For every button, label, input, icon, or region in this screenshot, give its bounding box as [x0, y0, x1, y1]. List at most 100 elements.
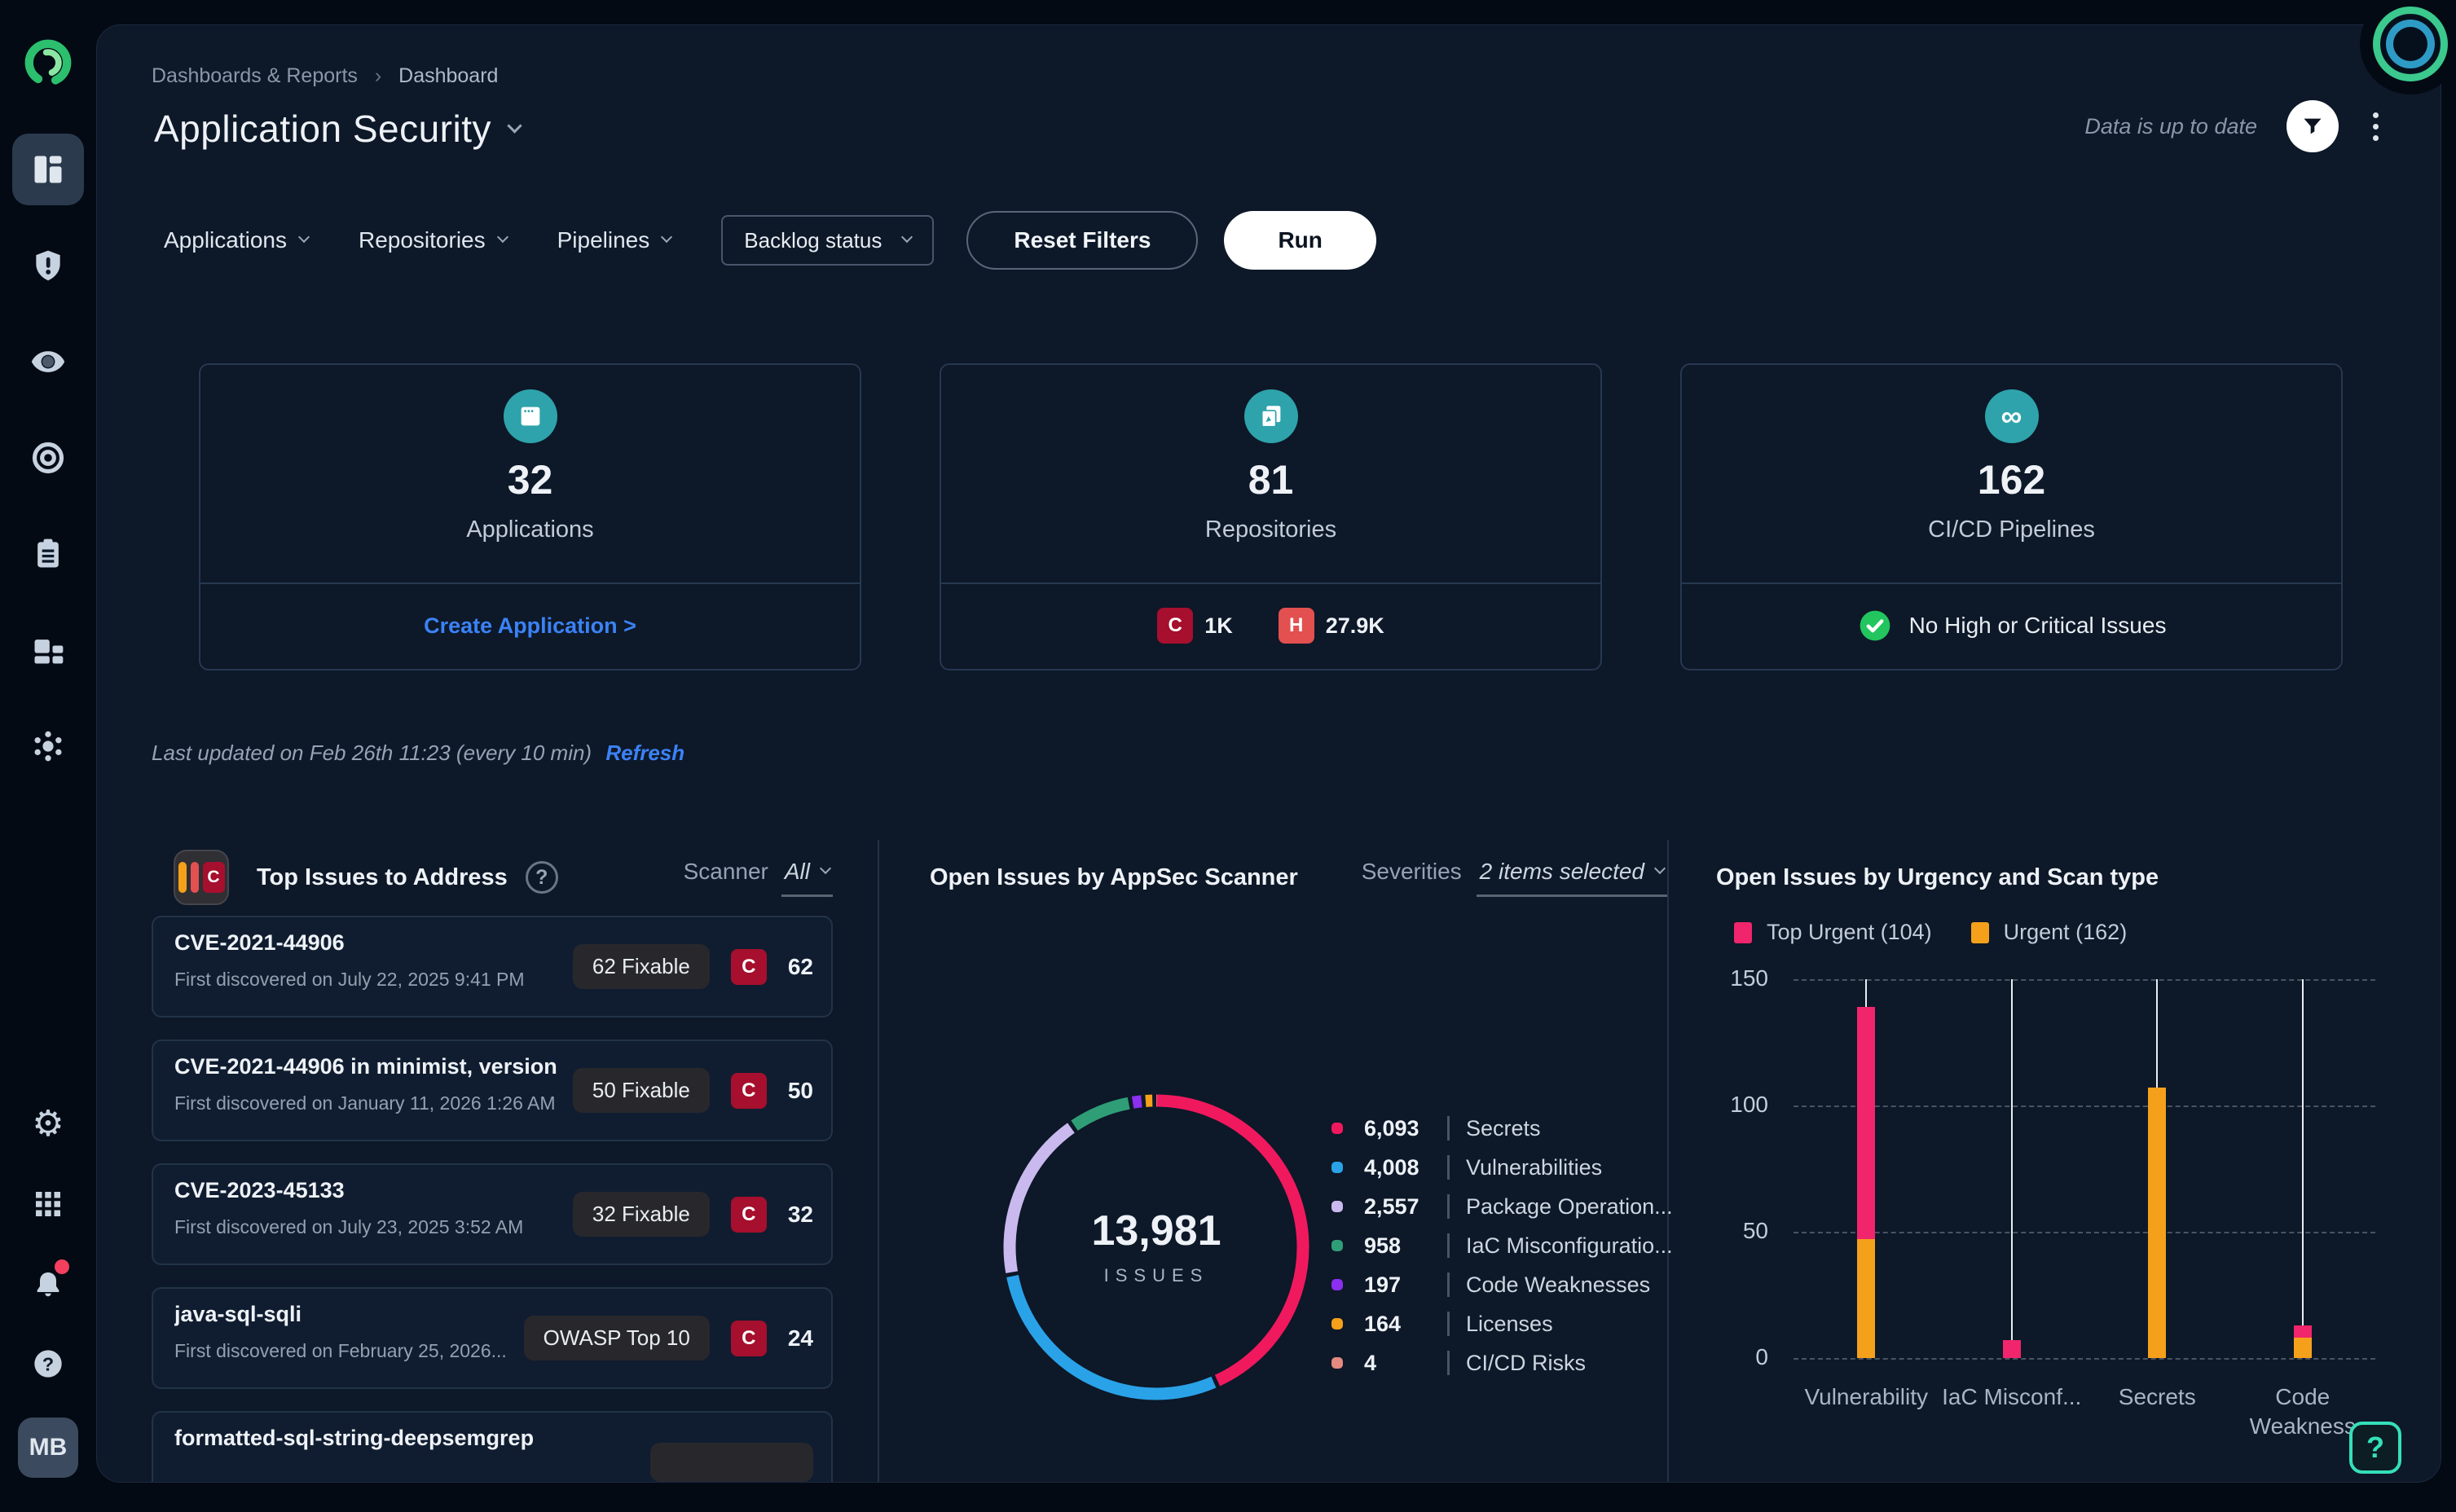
chevron-down-icon	[661, 231, 672, 243]
applications-stat-card: 32 Applications Create Application >	[199, 363, 861, 670]
chevron-down-icon[interactable]	[507, 118, 522, 133]
apps-grid-button[interactable]	[22, 1178, 74, 1230]
applications-label: Applications	[200, 516, 860, 543]
sidebar-bottom: ⚙ ? MB	[18, 1098, 78, 1492]
pipelines-filter-dropdown[interactable]: Pipelines	[557, 227, 671, 253]
issue-row[interactable]: CVE-2021-44906 First discovered on July …	[152, 916, 833, 1018]
issues-total-label: ISSUES	[993, 1265, 1319, 1286]
x-tick-iac: IaC Misconf...	[1934, 1382, 2089, 1412]
sidebar-nav	[12, 134, 84, 782]
urgency-chart-widget: Open Issues by Urgency and Scan type Top…	[1669, 840, 2386, 1483]
more-options-button[interactable]	[2368, 108, 2383, 146]
settings-button[interactable]: ⚙	[22, 1098, 74, 1150]
sidebar-item-integrations[interactable]	[12, 710, 84, 782]
vulnerabilities-dot-icon	[1331, 1162, 1343, 1173]
fixable-pill: 62 Fixable	[573, 944, 710, 989]
repositories-label: Repositories	[941, 516, 1600, 543]
breadcrumb-dashboard[interactable]: Dashboard	[398, 64, 498, 87]
high-count: 27.9K	[1326, 613, 1384, 639]
code-weaknesses-dot-icon	[1331, 1279, 1343, 1290]
scanner-label: Scanner	[684, 859, 768, 885]
critical-severity-badge: C	[1157, 608, 1193, 644]
pipelines-infinity-icon: ∞	[1985, 389, 2039, 443]
funnel-icon	[2301, 115, 2324, 138]
reset-filters-button[interactable]: Reset Filters	[966, 211, 1198, 270]
sidebar-item-security-issues[interactable]	[12, 230, 84, 301]
chevron-down-icon	[820, 862, 831, 873]
notifications-button[interactable]	[22, 1258, 74, 1310]
inventory-blocks-icon	[30, 632, 66, 668]
bar-chart-title: Open Issues by Urgency and Scan type	[1716, 864, 2159, 891]
last-updated-text: Last updated on Feb 26th 11:23 (every 10…	[152, 741, 684, 766]
legend-item: 164Licenses	[1331, 1304, 1673, 1343]
corner-brand-icon	[2373, 7, 2448, 81]
sidebar-item-reports[interactable]	[12, 518, 84, 590]
aqua-logo-icon[interactable]	[23, 37, 73, 88]
issue-list: CVE-2021-44906 First discovered on July …	[152, 916, 833, 1483]
legend-item: 6,093Secrets	[1331, 1109, 1673, 1148]
repositories-icon	[1244, 389, 1298, 443]
scanner-dropdown[interactable]: All	[781, 859, 833, 897]
top-urgent-swatch-icon	[1734, 922, 1752, 943]
severities-label: Severities	[1362, 859, 1462, 885]
help-button-sidebar[interactable]: ?	[22, 1338, 74, 1390]
target-icon	[30, 440, 66, 476]
iac-misconfig-dot-icon	[1331, 1240, 1343, 1251]
urgent-swatch-icon	[1971, 922, 1989, 943]
chevron-down-icon	[497, 231, 508, 243]
applications-filter-dropdown[interactable]: Applications	[164, 227, 308, 253]
critical-severity-badge: C	[731, 949, 767, 985]
top-issues-widget: C Top Issues to Address ? Scanner All CV…	[152, 840, 879, 1483]
x-tick-vulnerability: Vulnerability	[1789, 1382, 1943, 1412]
question-circle-icon: ?	[32, 1347, 64, 1380]
legend-item: 4,008Vulnerabilities	[1331, 1148, 1673, 1187]
owasp-pill: OWASP Top 10	[524, 1316, 710, 1360]
legend-item: 2,557Package Operation...	[1331, 1187, 1673, 1226]
fixable-pill: 50 Fixable	[573, 1068, 710, 1113]
top-issues-title: Top Issues to Address	[257, 864, 508, 891]
issue-row[interactable]: CVE-2021-44906 in minimist, version:... …	[152, 1040, 833, 1141]
fixable-pill	[650, 1443, 813, 1482]
chevron-down-icon	[1654, 862, 1666, 873]
applications-window-icon	[504, 389, 557, 443]
issue-row[interactable]: formatted-sql-string-deepsemgrep	[152, 1411, 833, 1483]
repositories-stat-card: 81 Repositories C 1K H 27.9K	[940, 363, 1602, 670]
filter-bar: Applications Repositories Pipelines Back…	[164, 211, 1376, 270]
sidebar: ⚙ ? MB	[0, 0, 96, 1512]
x-tick-secrets: Secrets	[2080, 1382, 2234, 1412]
svg-text:?: ?	[42, 1353, 54, 1374]
pipelines-label: CI/CD Pipelines	[1682, 516, 2341, 543]
user-avatar[interactable]: MB	[18, 1418, 78, 1478]
help-tooltip-icon[interactable]: ?	[526, 861, 558, 894]
issue-row[interactable]: java-sql-sqli First discovered on Februa…	[152, 1287, 833, 1389]
sidebar-item-visibility[interactable]	[12, 326, 84, 398]
backlog-status-dropdown[interactable]: Backlog status	[721, 215, 934, 266]
chevron-down-icon	[901, 231, 913, 243]
filter-button[interactable]	[2287, 100, 2339, 152]
report-clipboard-icon	[30, 536, 66, 572]
breadcrumb-dashboards-reports[interactable]: Dashboards & Reports	[152, 64, 358, 87]
issues-total: 13,981	[993, 1207, 1319, 1255]
main-panel: Dashboards & Reports › Dashboard Applica…	[96, 24, 2441, 1483]
sidebar-item-targets[interactable]	[12, 422, 84, 494]
hub-molecule-icon	[30, 728, 66, 764]
run-button[interactable]: Run	[1224, 211, 1375, 270]
sidebar-item-dashboard[interactable]	[12, 134, 84, 205]
high-severity-badge: H	[1279, 608, 1314, 644]
help-fab-button[interactable]: ?	[2349, 1422, 2401, 1474]
pipelines-count: 162	[1682, 456, 2341, 503]
severity-stack-icon: C	[174, 850, 229, 905]
refresh-link[interactable]: Refresh	[605, 741, 684, 765]
donut-chart-title: Open Issues by AppSec Scanner	[930, 864, 1298, 891]
sidebar-item-inventory[interactable]	[12, 614, 84, 686]
severities-dropdown[interactable]: 2 items selected	[1477, 859, 1667, 897]
issue-row[interactable]: CVE-2023-45133 First discovered on July …	[152, 1163, 833, 1265]
data-status-text: Data is up to date	[2084, 114, 2257, 139]
donut-legend: 6,093Secrets 4,008Vulnerabilities 2,557P…	[1331, 1109, 1673, 1382]
page-title: Application Security	[154, 107, 491, 151]
pipelines-stat-card: ∞ 162 CI/CD Pipelines No High or Critica…	[1680, 363, 2343, 670]
repositories-filter-dropdown[interactable]: Repositories	[359, 227, 507, 253]
licenses-dot-icon	[1331, 1318, 1343, 1330]
shield-alert-icon	[30, 248, 66, 284]
create-application-link[interactable]: Create Application >	[424, 613, 636, 639]
